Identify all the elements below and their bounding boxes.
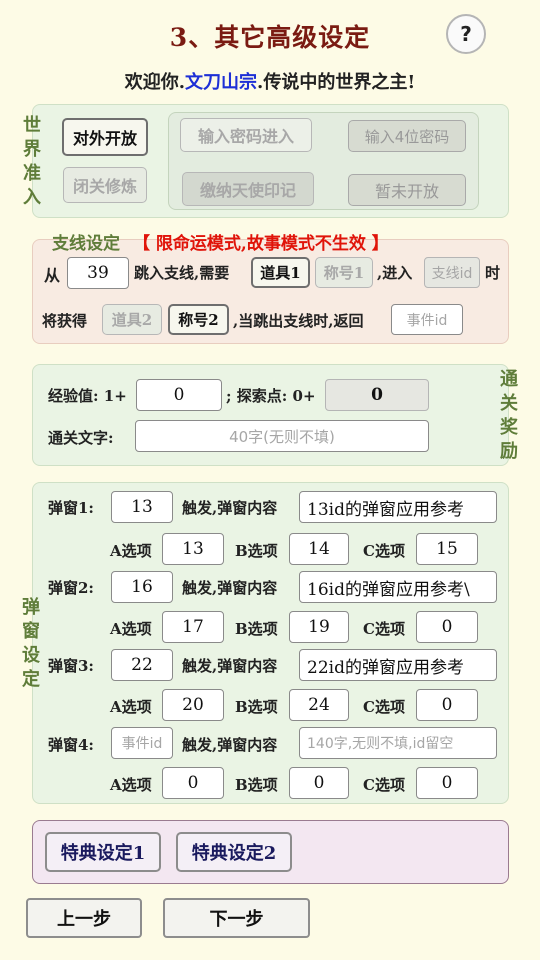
popup2-c-label: C选项	[363, 620, 405, 638]
popup3-content-input[interactable]: 22id的弹窗应用参考	[299, 649, 497, 681]
popup2-a-input[interactable]: 17	[162, 611, 224, 643]
side-char: 奖	[500, 417, 518, 438]
popup4-c-label: C选项	[363, 776, 405, 794]
not-open-button[interactable]: 暂未开放	[348, 174, 466, 206]
open-world-button[interactable]: 对外开放	[62, 118, 148, 156]
popup1-trigger-label: 触发,弹窗内容	[182, 499, 278, 517]
side-char: 关	[500, 393, 518, 414]
popup1-a-input[interactable]: 13	[162, 533, 224, 565]
password-input[interactable]: 输入4位密码	[348, 120, 466, 152]
popup2-label: 弹窗2:	[48, 579, 94, 597]
side-char: 定	[22, 669, 40, 690]
closed-training-button[interactable]: 闭关修炼	[63, 167, 147, 203]
return-label: ,当跳出支线时,返回	[233, 312, 364, 330]
popup2-b-input[interactable]: 19	[289, 611, 349, 643]
popup4-content-input[interactable]: 140字,无则不填,id留空	[299, 727, 497, 759]
popup4-b-label: B选项	[235, 776, 278, 794]
popup4-b-input[interactable]: 0	[289, 767, 349, 799]
popup3-b-label: B选项	[235, 698, 278, 716]
item1-button[interactable]: 道具1	[251, 257, 310, 288]
from-label: 从	[44, 266, 61, 285]
popup4-a-input[interactable]: 0	[162, 767, 224, 799]
exp-input[interactable]: 0	[136, 379, 222, 411]
popup3-trigger-label: 触发,弹窗内容	[182, 657, 278, 675]
world-access-side-label: 世 界 准 入	[21, 114, 43, 210]
clear-text-input[interactable]: 40字(无则不填)	[135, 420, 429, 452]
welcome-prefix: 欢迎你.	[124, 72, 186, 93]
welcome-message: 欢迎你.文刀山宗.传说中的世界之主!	[0, 68, 540, 94]
popup2-b-label: B选项	[235, 620, 278, 638]
side-char: 弹	[22, 597, 40, 618]
popup1-c-label: C选项	[363, 542, 405, 560]
popup2-trigger-label: 触发,弹窗内容	[182, 579, 278, 597]
side-char: 世	[23, 115, 41, 136]
item2-button[interactable]: 道具2	[102, 304, 162, 335]
prev-step-button[interactable]: 上一步	[26, 898, 142, 938]
popup3-c-label: C选项	[363, 698, 405, 716]
return-event-input[interactable]: 事件id	[391, 304, 463, 335]
popup2-content-input[interactable]: 16id的弹窗应用参考\	[299, 571, 497, 603]
popup1-trigger-input[interactable]: 13	[111, 491, 173, 523]
popup2-trigger-input[interactable]: 16	[111, 571, 173, 603]
popup-side-label: 弹 窗 设 定	[20, 596, 42, 692]
next-step-button[interactable]: 下一步	[163, 898, 310, 938]
popup3-a-label: A选项	[110, 698, 152, 716]
side-char: 通	[500, 369, 518, 390]
side-char: 界	[23, 139, 41, 160]
popup1-label: 弹窗1:	[48, 499, 94, 517]
from-event-input[interactable]: 39	[67, 257, 129, 289]
popup2-c-input[interactable]: 0	[416, 611, 478, 643]
explore-label: ; 探索点: 0+	[226, 387, 316, 405]
popup3-a-input[interactable]: 20	[162, 689, 224, 721]
welcome-suffix: .传说中的世界之主!	[257, 72, 416, 93]
clear-text-label: 通关文字:	[48, 429, 114, 447]
popup4-a-label: A选项	[110, 776, 152, 794]
popup3-b-input[interactable]: 24	[289, 689, 349, 721]
popup4-trigger-input[interactable]: 事件id	[111, 727, 173, 759]
branch-id-input[interactable]: 支线id	[424, 257, 480, 288]
popup3-label: 弹窗3:	[48, 657, 94, 675]
special-setting1-button[interactable]: 特典设定1	[45, 832, 161, 872]
side-char: 设	[22, 645, 40, 666]
jump-label: 跳入支线,需要	[134, 264, 230, 282]
enter-label: ,进入	[377, 264, 413, 282]
popup1-a-label: A选项	[110, 542, 152, 560]
side-char: 励	[500, 441, 518, 462]
reward-side-label: 通 关 奖 励	[498, 368, 520, 464]
side-char: 窗	[22, 621, 40, 642]
envoy-seal-button[interactable]: 缴纳天使印记	[182, 172, 314, 206]
password-entry-button[interactable]: 输入密码进入	[180, 118, 312, 152]
popup4-c-input[interactable]: 0	[416, 767, 478, 799]
popup1-b-label: B选项	[235, 542, 278, 560]
popup3-trigger-input[interactable]: 22	[111, 649, 173, 681]
gain-label: 将获得	[42, 312, 88, 330]
exp-label: 经验值: 1+	[48, 387, 127, 405]
popup3-c-input[interactable]: 0	[416, 689, 478, 721]
side-char: 准	[23, 163, 41, 184]
popup1-b-input[interactable]: 14	[289, 533, 349, 565]
title2-button[interactable]: 称号2	[168, 304, 229, 335]
popup4-trigger-label: 触发,弹窗内容	[182, 736, 278, 754]
title1-button[interactable]: 称号1	[315, 257, 373, 288]
popup1-c-input[interactable]: 15	[416, 533, 478, 565]
when-label: 时	[485, 264, 501, 282]
side-char: 入	[23, 187, 41, 208]
help-button[interactable]: ?	[446, 14, 486, 54]
special-setting2-button[interactable]: 特典设定2	[176, 832, 292, 872]
branch-warning: 【 限命运模式,故事模式不生效 】	[133, 234, 389, 254]
user-name: 文刀山宗	[185, 72, 258, 93]
explore-input[interactable]: 0	[325, 379, 429, 411]
branch-title: 支线设定	[52, 234, 120, 254]
popup1-content-input[interactable]: 13id的弹窗应用参考	[299, 491, 497, 523]
popup2-a-label: A选项	[110, 620, 152, 638]
popup4-label: 弹窗4:	[48, 736, 94, 754]
